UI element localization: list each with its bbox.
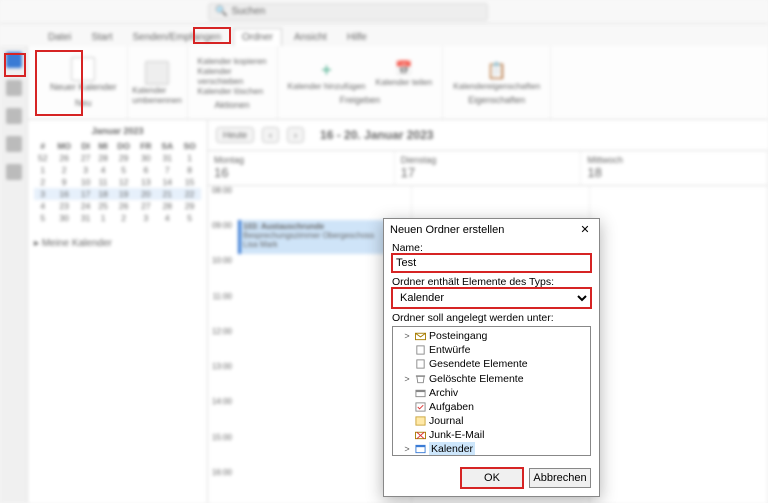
cal-icon bbox=[414, 444, 426, 454]
menu-start[interactable]: Start bbox=[83, 29, 120, 46]
box-icon bbox=[414, 388, 426, 398]
tree-item[interactable]: >Gelöschte Elemente bbox=[395, 372, 588, 386]
day-tuesday[interactable]: Dienstag17 bbox=[395, 151, 582, 185]
new-folder-dialog: Neuen Ordner erstellen ✕ Name: Ordner en… bbox=[383, 218, 600, 497]
rename-icon bbox=[145, 61, 169, 85]
next-button[interactable]: › bbox=[287, 127, 304, 143]
time-gutter: 08:0009:0010:0011:0012:0013:0014:0015:00… bbox=[208, 186, 234, 503]
note-icon bbox=[414, 416, 426, 426]
move-calendar[interactable]: Kalender verschieben bbox=[198, 66, 267, 86]
group-label-neu: Neu bbox=[75, 98, 92, 108]
group-label-freigeben: Freigeben bbox=[340, 95, 381, 105]
my-calendars-section[interactable]: ▸ Meine Kalender bbox=[34, 238, 201, 249]
ribbon-group-eigenschaften: 📋 Kalendereigenschaften Eigenschaften bbox=[443, 46, 551, 119]
cancel-button[interactable]: Abbrechen bbox=[529, 468, 591, 488]
mini-cal-table: #MODIMIDOFRSASO5226272829303111234567829… bbox=[34, 140, 201, 224]
people-icon[interactable] bbox=[6, 108, 22, 124]
calendar-icon bbox=[71, 57, 95, 81]
appointment[interactable]: 103: Austauschrunde Besprechungszimmer O… bbox=[238, 220, 407, 254]
properties-icon: 📋 bbox=[487, 61, 507, 81]
tree-item[interactable]: Aufgaben bbox=[395, 400, 588, 414]
trash-icon bbox=[414, 374, 426, 384]
menu-hilfe[interactable]: Hilfe bbox=[339, 29, 375, 46]
search-placeholder: Suchen bbox=[231, 6, 265, 17]
tree-item[interactable]: Archiv bbox=[395, 386, 588, 400]
menu-tabs: Datei Start Senden/Empfangen Ordner Ansi… bbox=[0, 24, 768, 46]
tree-item[interactable]: >Kalender bbox=[395, 442, 588, 456]
group-label-aktionen: Aktionen bbox=[215, 100, 250, 110]
day-wednesday[interactable]: Mittwoch18 bbox=[581, 151, 768, 185]
type-label: Ordner enthält Elemente des Typs: bbox=[392, 276, 591, 288]
menu-ordner[interactable]: Ordner bbox=[233, 28, 282, 46]
menu-senden[interactable]: Senden/Empfangen bbox=[124, 29, 228, 46]
mail-icon[interactable] bbox=[6, 52, 22, 68]
new-calendar-button[interactable]: Neuer Kalender bbox=[50, 83, 117, 93]
rename-button[interactable]: Kalender umbenennen bbox=[132, 85, 182, 105]
folder-name-input[interactable] bbox=[392, 254, 591, 272]
ok-button[interactable]: OK bbox=[461, 468, 523, 488]
day-monday[interactable]: Montag16 bbox=[208, 151, 395, 185]
calendar-nav-pane: Januar 2023 #MODIMIDOFRSASO5226272829303… bbox=[28, 120, 208, 503]
tree-item[interactable]: Entwürfe bbox=[395, 343, 588, 357]
doc-icon bbox=[414, 345, 426, 355]
folder-tree[interactable]: >PosteingangEntwürfeGesendete Elemente>G… bbox=[392, 326, 591, 456]
delete-calendar[interactable]: Kalender löschen bbox=[198, 86, 264, 96]
today-button[interactable]: Heute bbox=[216, 127, 254, 143]
folder-type-select[interactable]: Kalender bbox=[392, 288, 591, 308]
add-calendar[interactable]: Kalender hinzufügen bbox=[288, 81, 366, 91]
copy-calendar[interactable]: Kalender kopieren bbox=[198, 56, 267, 66]
dialog-titlebar: Neuen Ordner erstellen ✕ bbox=[384, 219, 599, 240]
group-label-eig: Eigenschaften bbox=[468, 95, 525, 105]
mini-cal-month: Januar 2023 bbox=[34, 126, 201, 136]
mini-calendar[interactable]: Januar 2023 #MODIMIDOFRSASO5226272829303… bbox=[34, 126, 201, 224]
close-icon[interactable]: ✕ bbox=[577, 223, 593, 236]
ribbon-group-neu: Neuer Kalender Neu bbox=[40, 46, 128, 119]
date-range: 16 - 20. Januar 2023 bbox=[320, 128, 433, 142]
tree-item[interactable]: Junk-E-Mail bbox=[395, 428, 588, 442]
left-nav-rail bbox=[0, 46, 28, 503]
doc-icon bbox=[414, 359, 426, 369]
calendar-header: Heute ‹ › 16 - 20. Januar 2023 bbox=[208, 120, 768, 150]
tree-item[interactable]: >Posteingang bbox=[395, 329, 588, 343]
tree-item[interactable]: Gesendete Elemente bbox=[395, 357, 588, 371]
ribbon: Neuer Kalender Neu Kalender umbenennen K… bbox=[0, 46, 768, 120]
menu-datei[interactable]: Datei bbox=[40, 29, 79, 46]
share-icon: 📅 bbox=[376, 60, 433, 77]
more-icon[interactable] bbox=[6, 164, 22, 180]
add-icon: + bbox=[288, 60, 366, 81]
name-label: Name: bbox=[392, 242, 591, 254]
title-bar: 🔍 Suchen bbox=[0, 0, 768, 24]
tasks-icon[interactable] bbox=[6, 136, 22, 152]
inbox-icon bbox=[414, 331, 426, 341]
col-wednesday[interactable] bbox=[590, 186, 768, 503]
junk-icon bbox=[414, 430, 426, 440]
tree-item[interactable]: Journal bbox=[395, 414, 588, 428]
ribbon-group-freigeben: + Kalender hinzufügen 📅 Kalender teilen … bbox=[278, 46, 444, 119]
tree-label: Ordner soll angelegt werden unter: bbox=[392, 312, 591, 324]
share-calendar[interactable]: Kalender teilen bbox=[376, 77, 433, 87]
search-input[interactable]: 🔍 Suchen bbox=[208, 3, 488, 21]
menu-ansicht[interactable]: Ansicht bbox=[286, 29, 335, 46]
dialog-title: Neuen Ordner erstellen bbox=[390, 224, 504, 236]
dialog-buttons: OK Abbrechen bbox=[384, 462, 599, 496]
ribbon-group-umbenennen: Kalender umbenennen bbox=[128, 46, 188, 119]
calendar-rail-icon[interactable] bbox=[6, 80, 22, 96]
search-icon: 🔍 bbox=[215, 6, 227, 17]
prev-button[interactable]: ‹ bbox=[262, 127, 279, 143]
calendar-day-headers: Montag16 Dienstag17 Mittwoch18 bbox=[208, 150, 768, 186]
task-icon bbox=[414, 402, 426, 412]
calendar-properties[interactable]: Kalendereigenschaften bbox=[453, 81, 540, 91]
ribbon-group-aktionen: Kalender kopieren Kalender verschieben K… bbox=[188, 46, 278, 119]
